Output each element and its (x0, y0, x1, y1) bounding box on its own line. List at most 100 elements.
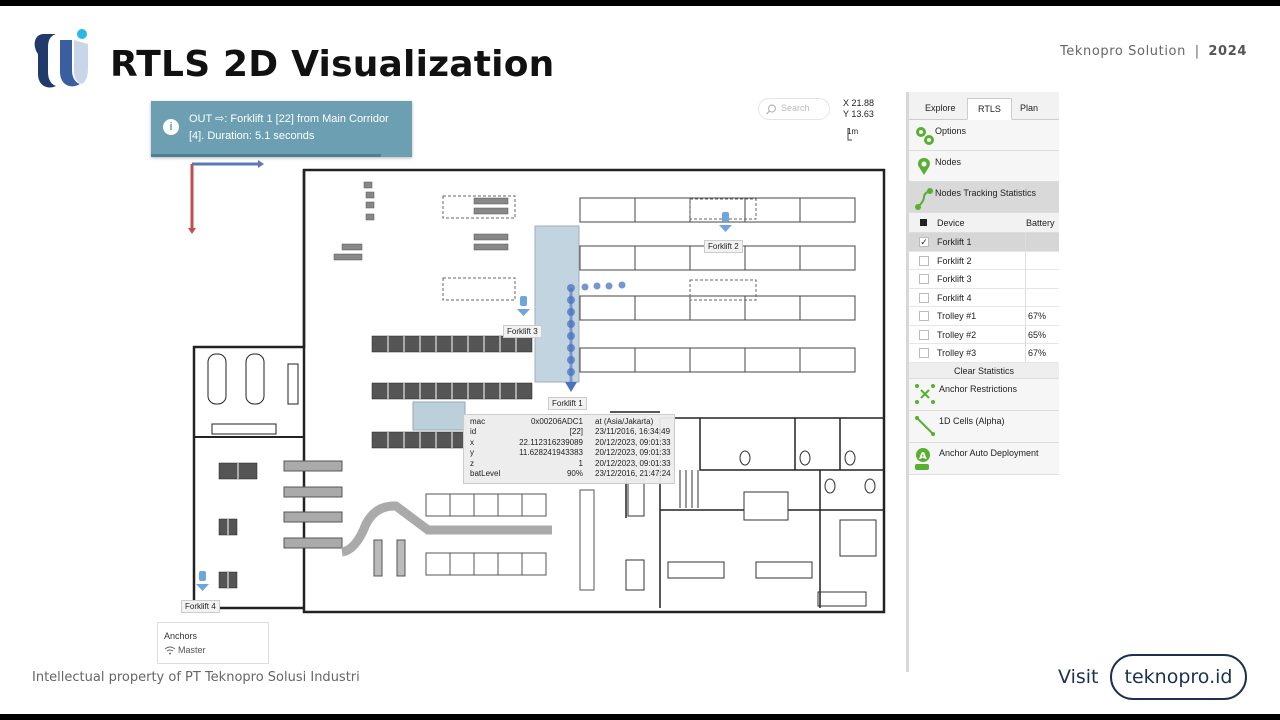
footer-copyright: Intellectual property of PT Teknopro Sol… (32, 670, 360, 685)
row-checkbox[interactable] (919, 329, 929, 340)
device-name: Trolley #2 (937, 329, 977, 340)
location-pin-icon (918, 158, 930, 175)
panel-tabs: Explore RTLS Plan (909, 92, 1059, 120)
cells-1d-section[interactable]: 1D Cells (Alpha) (909, 410, 1059, 443)
cells-icon (915, 415, 935, 436)
notification-line2: [4]. Duration: 5.1 seconds (189, 130, 315, 142)
search-input[interactable]: Search (758, 98, 830, 120)
scale-label: 1m (847, 127, 859, 136)
device-battery: 65% (1025, 325, 1046, 344)
info-value: 0x00206ADC1 (530, 417, 583, 426)
device-row[interactable]: Forklift 2 (909, 251, 1059, 270)
forklift2-label[interactable]: Forklift 2 (704, 240, 743, 253)
device-table-header: Device Battery (909, 213, 1059, 233)
search-icon (766, 104, 777, 115)
device-battery (1025, 270, 1028, 288)
info-icon: i (163, 119, 179, 135)
row-checkbox[interactable] (919, 255, 929, 266)
device-name: Trolley #1 (937, 311, 977, 321)
info-time: 23/11/2016, 16:34:49 (595, 427, 671, 437)
gears-icon (916, 127, 934, 145)
visit-label: Visit (1058, 666, 1099, 688)
website-link[interactable]: teknopro.id (1110, 654, 1247, 700)
forklift3-label[interactable]: Forklift 3 (503, 325, 542, 338)
tab-explore[interactable]: Explore (915, 98, 966, 120)
row-checkbox[interactable] (919, 311, 929, 321)
forklift3-marker (517, 296, 530, 316)
device-row[interactable]: Trolley #2 65% (909, 325, 1059, 344)
device-battery (1025, 251, 1028, 270)
info-row: id [22] 23/11/2016, 16:34:49 (467, 427, 671, 437)
nodes-tracking-section[interactable]: Nodes Tracking Statistics (909, 182, 1059, 213)
nodes-tracking-label: Nodes Tracking Statistics (935, 188, 1037, 198)
anchor-restrictions-section[interactable]: Anchor Restrictions (909, 378, 1059, 411)
device-battery (1025, 288, 1028, 307)
select-all-checkbox[interactable] (920, 219, 927, 226)
forklift4-label[interactable]: Forklift 4 (181, 600, 220, 613)
tab-plan[interactable]: Plan (1010, 98, 1048, 120)
device-name: Forklift 4 (937, 292, 972, 303)
forklift4-marker (196, 571, 209, 591)
row-checkbox[interactable] (919, 348, 929, 358)
device-row[interactable]: Forklift 3 (909, 270, 1059, 289)
cells-1d-label: 1D Cells (Alpha) (939, 415, 1005, 426)
info-time: 20/12/2023, 09:01:33 (595, 458, 671, 468)
wifi-icon (164, 646, 176, 655)
info-key: x (470, 437, 474, 447)
rtls-side-panel: Explore RTLS Plan Options Nodes Nodes Tr… (906, 92, 1059, 672)
device-row[interactable]: Trolley #1 67% (909, 307, 1059, 326)
nodes-label: Nodes (935, 157, 962, 167)
device-name: Forklift 1 (937, 237, 972, 247)
info-value: 90% (566, 468, 583, 478)
info-row: z 1 20/12/2023, 09:01:33 (467, 459, 671, 469)
coord-x: X 21.88 (843, 98, 875, 108)
node-info-popup: mac 0x00206ADC1 at (Asia/Jakarta) id [22] 23/… (463, 414, 675, 484)
info-value: 11.628241943383 (519, 448, 583, 458)
header-device: Device (937, 218, 965, 228)
event-notification[interactable]: i OUT ⇨: Forklift 1 [22] from Main Corri… (151, 101, 412, 157)
coord-y: Y 13.63 (843, 109, 874, 119)
row-checkbox[interactable] (919, 292, 929, 303)
anchors-legend: Anchors Master (157, 622, 269, 664)
search-placeholder: Search (781, 103, 810, 113)
notification-line1: OUT ⇨: Forklift 1 [22] from Main Corrido… (189, 113, 389, 125)
info-key: z (470, 458, 474, 468)
anchors-master-label: Master (178, 645, 206, 655)
route-icon (915, 188, 933, 210)
row-checkbox[interactable]: ✓ (919, 237, 929, 247)
info-time: 23/12/2016, 21:47:24 (595, 468, 671, 478)
anchors-master: Master (164, 643, 262, 657)
device-name: Trolley #3 (937, 348, 977, 358)
nodes-section[interactable]: Nodes (909, 151, 1059, 182)
device-name: Forklift 2 (937, 255, 972, 266)
forklift1-label[interactable]: Forklift 1 (548, 397, 587, 410)
device-row[interactable]: Trolley #3 67% (909, 344, 1059, 363)
options-section[interactable]: Options (909, 120, 1059, 151)
info-value: 1 (578, 458, 583, 468)
info-value: [22] (569, 427, 583, 437)
device-name: Forklift 3 (937, 274, 972, 284)
cursor-coords: X 21.88 Y 13.63 (843, 98, 874, 120)
device-row[interactable]: ✓ Forklift 1 (909, 233, 1059, 252)
device-table-body: ✓ Forklift 1 Forklift 2 Forklift 3 Forklift … (909, 233, 1059, 363)
anchor-auto-deployment-section[interactable]: A Anchor Auto Deployment (909, 442, 1059, 475)
tab-rtls[interactable]: RTLS (967, 98, 1012, 120)
info-value: 22.112316239089 (519, 437, 583, 447)
info-row: mac 0x00206ADC1 at (Asia/Jakarta) (467, 417, 671, 427)
info-key: batLevel (470, 468, 501, 478)
info-key: id (470, 427, 477, 437)
device-battery: 67% (1025, 307, 1046, 325)
row-checkbox[interactable] (919, 274, 929, 284)
anchor-auto-deployment-label: Anchor Auto Deployment (939, 447, 1039, 458)
device-row[interactable]: Forklift 4 (909, 288, 1059, 307)
slide: RTLS 2D Visualization Teknopro Solution … (0, 6, 1280, 714)
clear-statistics-button[interactable]: Clear Statistics (909, 362, 1059, 379)
anchor-restrictions-icon (915, 383, 935, 404)
info-time: at (Asia/Jakarta) (595, 417, 654, 426)
notification-progress (151, 154, 381, 157)
device-battery (1025, 233, 1028, 251)
anchor-restrictions-label: Anchor Restrictions (939, 383, 1018, 394)
svg-text:A: A (919, 451, 927, 462)
info-key: y (470, 448, 474, 458)
info-time: 20/12/2023, 09:01:33 (595, 448, 671, 458)
